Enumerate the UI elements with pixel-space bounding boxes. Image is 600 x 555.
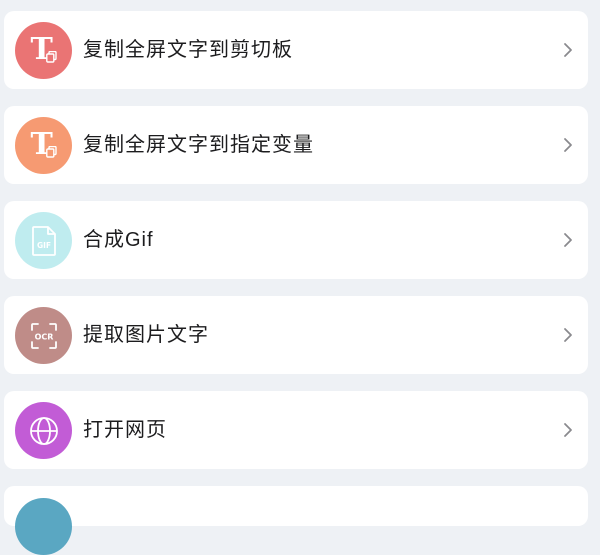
chevron-right-icon <box>564 233 572 247</box>
text-copy-icon: T <box>15 22 72 79</box>
chevron-right-icon <box>564 423 572 437</box>
action-list: T 复制全屏文字到剪切板 T 复制全屏文字到指定变量 GIF 合成Gif OCR… <box>0 0 600 555</box>
gif-file-icon: GIF <box>15 212 72 269</box>
ocr-icon-text: OCR <box>34 332 53 341</box>
item-label: 提取图片文字 <box>83 324 209 346</box>
item-label: 复制全屏文字到指定变量 <box>83 134 314 156</box>
gif-icon-text: GIF <box>36 241 50 250</box>
chevron-right-icon <box>564 43 572 57</box>
list-item-make-gif[interactable]: GIF 合成Gif <box>4 201 588 279</box>
chevron-right-icon <box>564 328 572 342</box>
item-label: 复制全屏文字到剪切板 <box>83 39 293 61</box>
list-item-extract-image-text[interactable]: OCR 提取图片文字 <box>4 296 588 374</box>
item-label: 打开网页 <box>83 419 167 441</box>
list-item-partial[interactable] <box>4 486 588 555</box>
chevron-right-icon <box>564 138 572 152</box>
item-label: 合成Gif <box>83 229 154 251</box>
list-item-open-webpage[interactable]: 打开网页 <box>4 391 588 469</box>
list-item-copy-screen-text-to-clipboard[interactable]: T 复制全屏文字到剪切板 <box>4 11 588 89</box>
ocr-scan-icon: OCR <box>15 307 72 364</box>
partial-item-icon <box>15 498 72 555</box>
text-copy-icon: T <box>15 117 72 174</box>
list-item-copy-screen-text-to-variable[interactable]: T 复制全屏文字到指定变量 <box>4 106 588 184</box>
globe-icon <box>15 402 72 459</box>
